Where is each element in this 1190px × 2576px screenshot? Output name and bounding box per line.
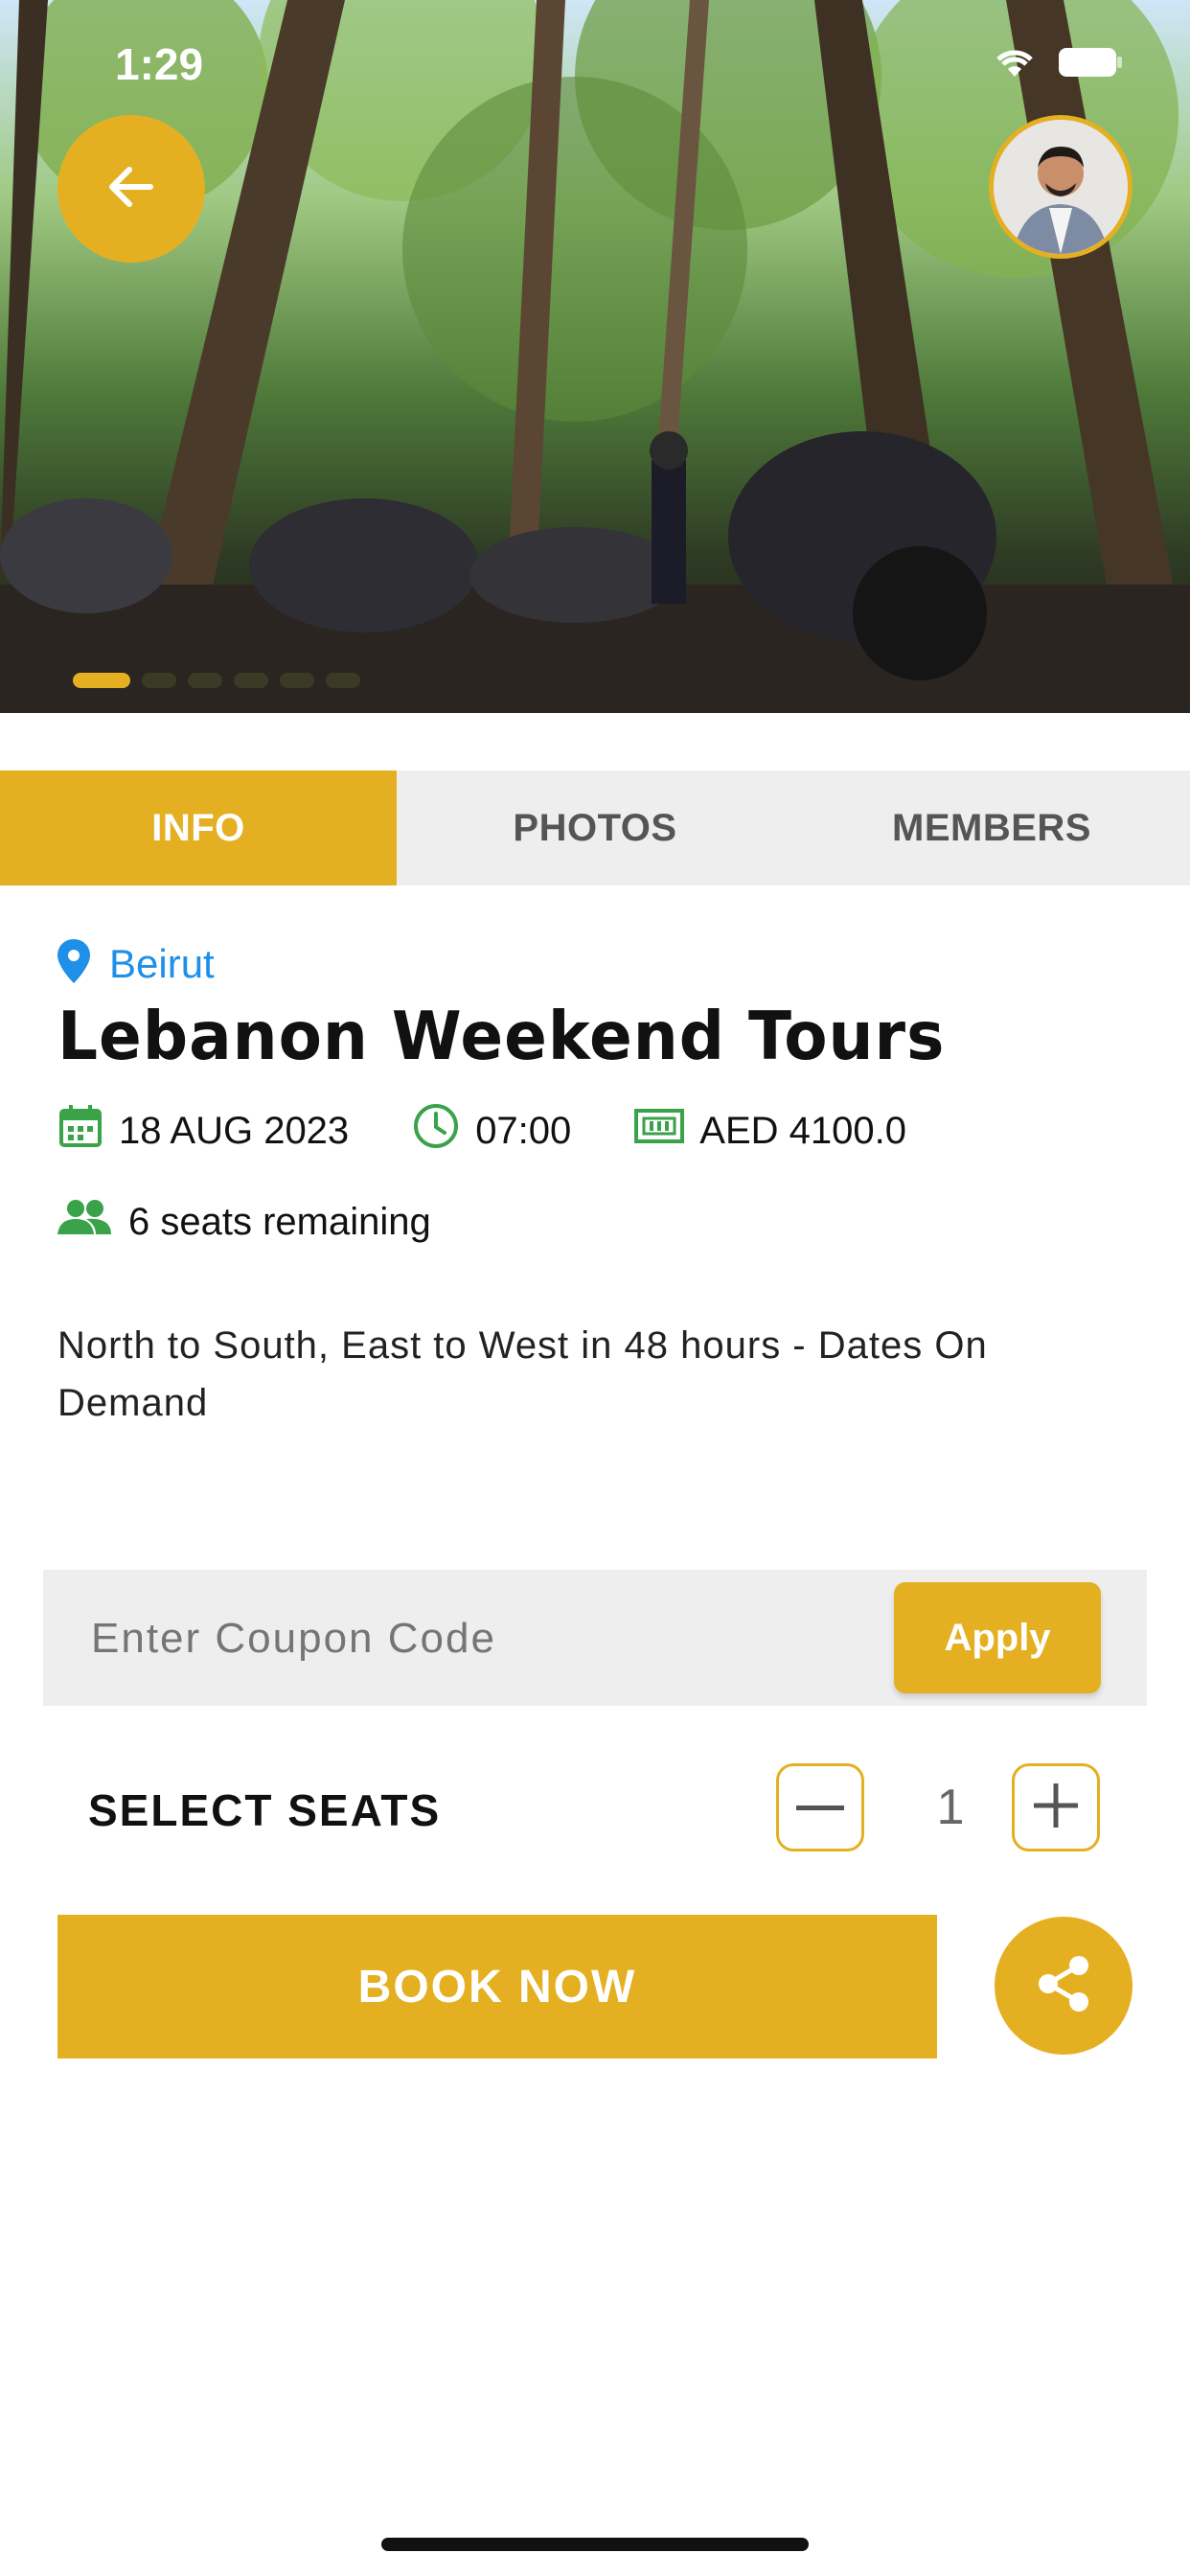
- hero-image: 1:29: [0, 0, 1190, 713]
- avatar-image: [994, 120, 1128, 254]
- calendar-icon: [57, 1103, 103, 1159]
- decrease-seats-button[interactable]: [776, 1763, 864, 1852]
- back-button[interactable]: [57, 115, 205, 263]
- arrow-left-icon: [103, 158, 160, 220]
- people-icon: [57, 1198, 111, 1246]
- seats-remaining-row: 6 seats remaining: [57, 1198, 1131, 1246]
- location-row: Beirut: [57, 939, 1131, 988]
- event-time: 07:00: [412, 1102, 571, 1160]
- minus-icon: [796, 1799, 844, 1816]
- host-avatar[interactable]: [989, 115, 1133, 259]
- carousel-dot[interactable]: [73, 673, 130, 688]
- wifi-icon: [993, 46, 1037, 83]
- event-time-text: 07:00: [475, 1109, 572, 1152]
- carousel-dot[interactable]: [280, 673, 314, 688]
- event-date: 18 AUG 2023: [57, 1103, 349, 1159]
- carousel-dot[interactable]: [234, 673, 268, 688]
- event-info: Beirut Lebanon Weekend Tours 18 AUG 2023…: [57, 939, 1131, 1432]
- clock-icon: [412, 1102, 460, 1160]
- event-title: Lebanon Weekend Tours: [57, 998, 946, 1075]
- carousel-dot[interactable]: [142, 673, 176, 688]
- increase-seats-button[interactable]: [1012, 1763, 1100, 1852]
- home-indicator: [381, 2538, 809, 2551]
- event-meta-row: 18 AUG 2023 07:00 AED 4100.0: [57, 1102, 1131, 1160]
- seat-count: 1: [936, 1780, 965, 1835]
- event-date-text: 18 AUG 2023: [119, 1109, 350, 1152]
- seat-selector: SELECT SEATS 1: [88, 1761, 1104, 1857]
- carousel-dot[interactable]: [326, 673, 360, 688]
- share-icon: [1035, 1954, 1092, 2018]
- select-seats-label: SELECT SEATS: [88, 1785, 442, 1835]
- battery-icon: [1058, 47, 1123, 82]
- event-description: North to South, East to West in 48 hours…: [57, 1324, 988, 1424]
- forest-scene-image: [0, 0, 1190, 713]
- tab-info[interactable]: INFO: [0, 770, 397, 886]
- tab-members[interactable]: MEMBERS: [793, 770, 1190, 886]
- tab-photos[interactable]: PHOTOS: [397, 770, 793, 886]
- apply-coupon-button[interactable]: Apply: [894, 1582, 1101, 1693]
- seats-remaining-text: 6 seats remaining: [128, 1200, 431, 1243]
- event-price: AED 4100.0: [634, 1107, 906, 1155]
- status-time: 1:29: [115, 39, 204, 89]
- location-label[interactable]: Beirut: [109, 941, 215, 987]
- coupon-input[interactable]: [89, 1597, 879, 1681]
- event-price-text: AED 4100.0: [699, 1109, 906, 1152]
- coupon-box: Apply: [43, 1570, 1147, 1706]
- status-icons: [993, 46, 1123, 83]
- book-now-button[interactable]: BOOK NOW: [57, 1915, 937, 2058]
- map-pin-icon: [57, 939, 90, 988]
- carousel-indicator: [73, 673, 360, 688]
- share-button[interactable]: [995, 1917, 1133, 2055]
- money-icon: [634, 1107, 685, 1155]
- carousel-dot[interactable]: [188, 673, 222, 688]
- plus-icon: [1034, 1782, 1078, 1832]
- tab-bar: INFO PHOTOS MEMBERS: [0, 770, 1190, 886]
